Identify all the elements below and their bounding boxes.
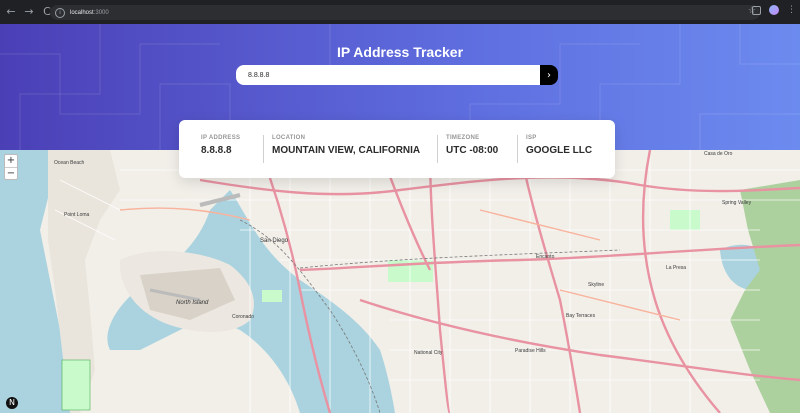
menu-kebab-icon[interactable]: ⋮ xyxy=(787,5,796,15)
info-ip-address: IP ADDRESS 8.8.8.8 xyxy=(179,135,263,163)
site-info-icon[interactable]: i xyxy=(55,7,65,18)
info-location: LOCATION MOUNTAIN VIEW, CALIFORNIA xyxy=(263,135,437,163)
info-value: UTC -08:00 xyxy=(446,145,499,156)
map-label-paradise-hills: Paradise Hills xyxy=(515,348,546,354)
map-zoom-control: + − xyxy=(4,154,18,180)
profile-avatar[interactable] xyxy=(769,5,779,15)
map[interactable]: Ocean Beach Point Loma San Diego North I… xyxy=(0,149,800,413)
chevron-right-icon: › xyxy=(547,69,551,81)
zoom-out-button[interactable]: − xyxy=(5,168,17,180)
forward-icon[interactable]: → xyxy=(22,5,36,19)
info-isp: ISP GOOGLE LLC xyxy=(517,135,613,163)
map-label-skyline: Skyline xyxy=(588,282,605,288)
map-label-bay-terraces: Bay Terraces xyxy=(566,313,596,319)
map-label-encanto: Encanto xyxy=(536,254,555,260)
map-tiles xyxy=(0,149,800,413)
info-label: IP ADDRESS xyxy=(201,135,241,141)
map-label-ocean-beach: Ocean Beach xyxy=(54,160,85,166)
map-label-san-diego: San Diego xyxy=(260,238,289,244)
zoom-in-button[interactable]: + xyxy=(5,155,17,167)
back-icon[interactable]: ← xyxy=(4,5,18,19)
ip-search-input[interactable] xyxy=(236,65,540,85)
info-label: LOCATION xyxy=(272,135,306,141)
ip-info-card: IP ADDRESS 8.8.8.8 LOCATION MOUNTAIN VIE… xyxy=(179,120,615,178)
map-label-coronado: Coronado xyxy=(232,314,254,320)
info-label: ISP xyxy=(526,135,537,141)
page-title: IP Address Tracker xyxy=(336,44,464,60)
search-submit-button[interactable]: › xyxy=(540,65,558,85)
address-bar[interactable]: i localhost:3000 ☆ xyxy=(50,5,760,20)
map-label-national-city: National City xyxy=(414,350,443,356)
map-label-point-loma: Point Loma xyxy=(64,212,90,218)
info-label: TIMEZONE xyxy=(446,135,480,141)
info-timezone: TIMEZONE UTC -08:00 xyxy=(437,135,517,163)
map-label-spring-valley: Spring Valley xyxy=(722,200,752,206)
search-bar: › xyxy=(236,65,558,85)
map-label-la-presa: La Presa xyxy=(666,265,687,271)
map-label-casa-de-oro: Casa de Oro xyxy=(704,151,733,157)
info-value: MOUNTAIN VIEW, CALIFORNIA xyxy=(272,145,421,156)
map-label-north-island: North Island xyxy=(176,300,209,306)
url-text: localhost:3000 xyxy=(70,9,109,16)
browser-toolbar: ← → C i localhost:3000 ☆ ⋮ xyxy=(0,0,800,24)
info-value: GOOGLE LLC xyxy=(526,145,593,156)
info-value: 8.8.8.8 xyxy=(201,145,232,156)
extensions-icon[interactable] xyxy=(752,5,761,15)
page: Ocean Beach Point Loma San Diego North I… xyxy=(0,24,800,413)
nextjs-dev-badge-icon[interactable]: N xyxy=(6,397,18,409)
